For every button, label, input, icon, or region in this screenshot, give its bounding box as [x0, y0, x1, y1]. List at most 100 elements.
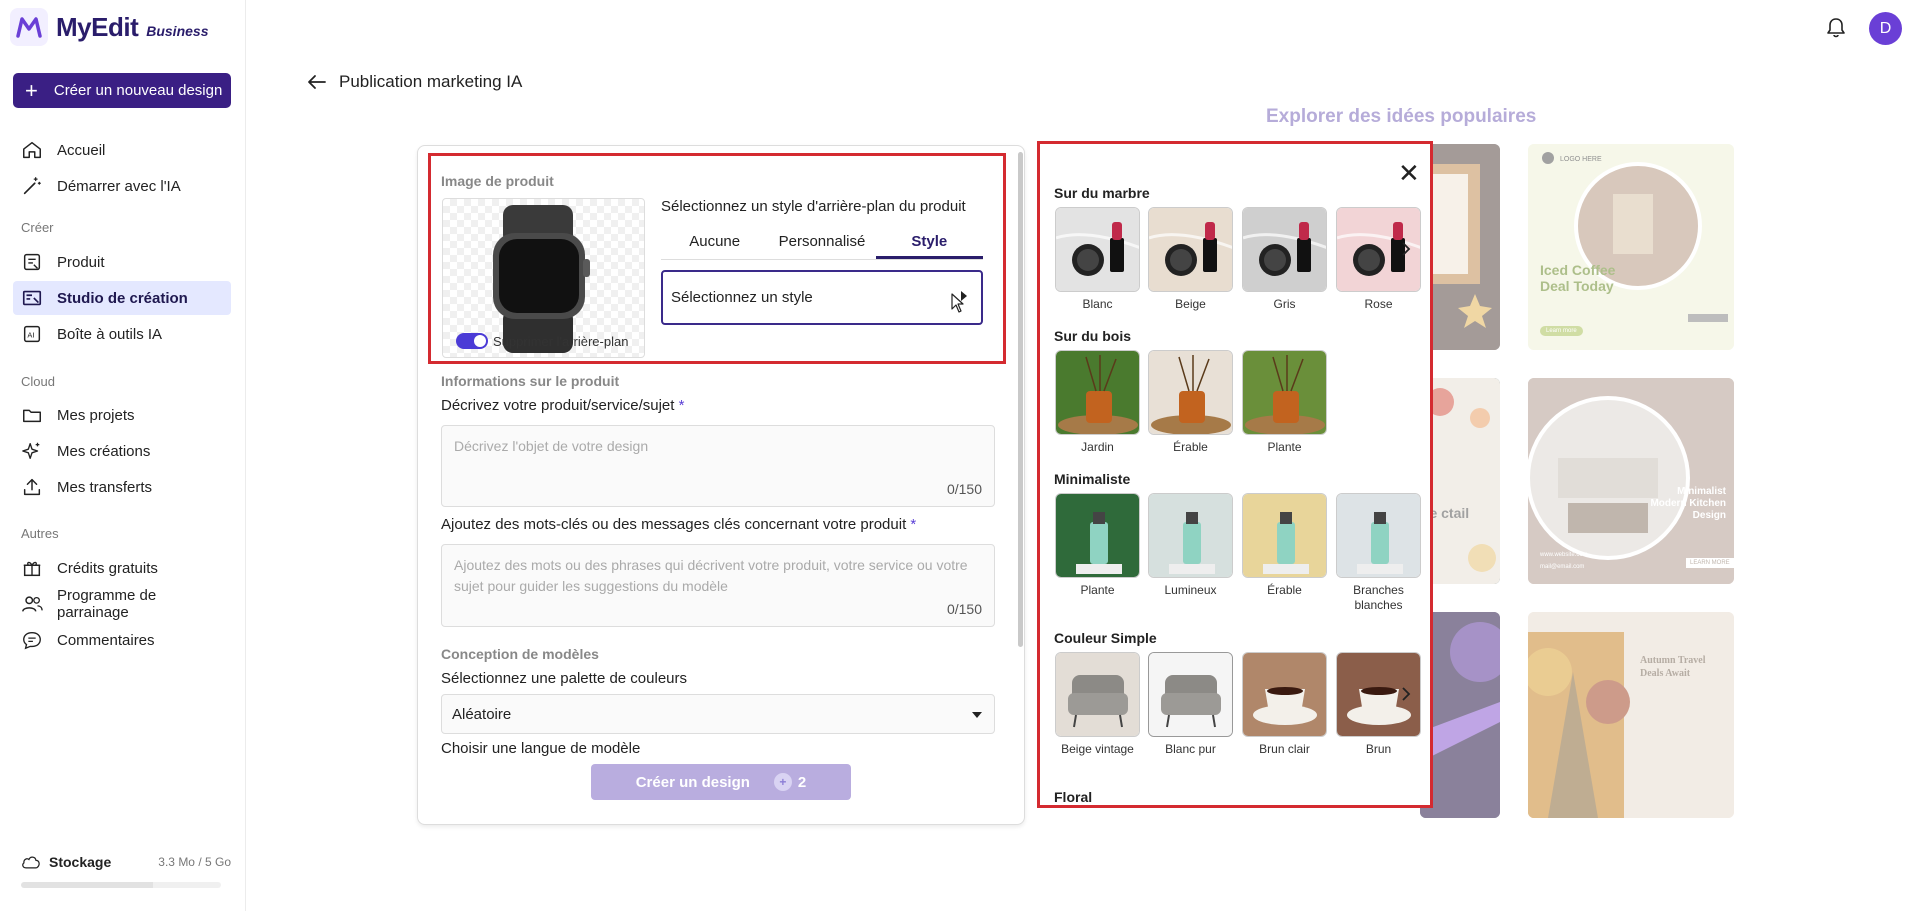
style-category-title: Floral	[1054, 789, 1093, 805]
describe-placeholder: Décrivez l'objet de votre design	[454, 438, 649, 454]
sidebar-item-accueil[interactable]: Accueil	[13, 133, 231, 167]
palette-select[interactable]: Aléatoire	[441, 694, 995, 734]
gift-icon	[23, 561, 41, 577]
style-option-tile[interactable]	[1148, 493, 1233, 578]
new-design-label: Créer un nouveau design	[53, 82, 223, 99]
style-option-tile[interactable]	[1242, 652, 1327, 737]
user-avatar[interactable]: D	[1869, 12, 1902, 45]
sidebar-item-label: Programme de parrainage	[57, 587, 157, 621]
style-option-tile[interactable]	[1242, 207, 1327, 292]
section-create-label: Créer	[21, 220, 54, 235]
sidebar-item-transferts[interactable]: Mes transferts	[13, 470, 231, 504]
palette-label: Sélectionnez une palette de couleurs	[441, 670, 688, 687]
section-other-label: Autres	[21, 526, 59, 541]
myedit-logo-icon	[10, 8, 48, 46]
section-cloud-label: Cloud	[21, 374, 55, 389]
storage-value: 3.3 Mo / 5 Go	[158, 855, 231, 869]
sidebar-item-label: Accueil	[57, 141, 106, 159]
style-option-label: Brun	[1365, 742, 1392, 756]
style-option-tile[interactable]	[1055, 652, 1140, 737]
keywords-input[interactable]: Ajoutez des mots ou des phrases qui décr…	[441, 544, 995, 627]
arrow-left-icon	[308, 75, 326, 89]
chevron-right-icon[interactable]	[1396, 239, 1416, 259]
sidebar-item-label: Commentaires	[57, 631, 155, 649]
style-option-tile[interactable]	[1148, 350, 1233, 435]
notification-bell-icon[interactable]	[1826, 17, 1846, 44]
template-thumb-autumn[interactable]: Autumn Travel Deals Await	[1528, 612, 1734, 818]
credit-cost-value: 2	[797, 773, 807, 791]
ai-toolbox-icon: AI	[23, 325, 41, 343]
sidebar: MyEdit Business + Créer un nouveau desig…	[0, 0, 246, 911]
sidebar-item-ai-toolbox[interactable]: AI Boîte à outils IA	[13, 317, 231, 351]
style-option-label: Rose	[1364, 297, 1393, 311]
style-option-label: Jardin	[1081, 440, 1114, 454]
app-badge: Business	[146, 23, 209, 39]
back-navigation[interactable]: Publication marketing IA	[307, 72, 522, 92]
language-label: Choisir une langue de modèle	[441, 740, 641, 757]
page-title: Publication marketing IA	[339, 72, 523, 91]
template-thumb-iced-coffee[interactable]: LOGO HERE Iced Coffee Deal Today Learn m…	[1528, 144, 1734, 350]
style-option-tile[interactable]	[1336, 493, 1421, 578]
sidebar-item-credits[interactable]: Crédits gratuits	[13, 551, 231, 585]
template-section-label: Conception de modèles	[441, 646, 599, 662]
style-option-tile[interactable]	[1055, 350, 1140, 435]
sidebar-item-studio[interactable]: Studio de création	[13, 281, 231, 315]
style-option-tile[interactable]	[1242, 493, 1327, 578]
app-name: MyEdit	[56, 11, 139, 42]
create-design-label: Créer un design	[635, 773, 750, 791]
sidebar-item-demarrer-ia[interactable]: Démarrer avec l'IA	[13, 169, 231, 203]
style-option-tile[interactable]	[1148, 207, 1233, 292]
folder-icon	[23, 409, 41, 423]
style-option-tile[interactable]	[1055, 493, 1140, 578]
storage-widget: Stockage 3.3 Mo / 5 Go	[21, 854, 231, 888]
create-design-button[interactable]: Créer un design + 2	[591, 764, 851, 800]
style-category-title: Sur du bois	[1054, 328, 1131, 344]
credit-cost: + 2	[773, 773, 807, 791]
sidebar-item-commentaires[interactable]: Commentaires	[13, 623, 231, 657]
explore-title: Explorer des idées populaires	[1266, 106, 1537, 127]
sidebar-item-label: Produit	[57, 253, 105, 271]
highlight-box-image-section	[428, 153, 1006, 364]
describe-counter: 0/150	[946, 481, 982, 497]
magic-wand-icon	[23, 177, 41, 195]
sidebar-item-label: Mes créations	[57, 442, 151, 460]
style-option-label: Plante	[1080, 583, 1115, 597]
style-option-label: Beige	[1175, 297, 1206, 311]
style-option-label: Érable	[1173, 440, 1208, 454]
sidebar-item-produit[interactable]: Produit	[13, 245, 231, 279]
style-option-tile[interactable]	[1055, 207, 1140, 292]
style-option-tile[interactable]	[1242, 350, 1327, 435]
style-option-label: Gris	[1273, 297, 1296, 311]
plus-icon: +	[25, 77, 38, 103]
product-icon	[23, 253, 41, 271]
describe-field-label: Décrivez votre produit/service/sujet *	[441, 397, 685, 414]
describe-input[interactable]: Décrivez l'objet de votre design 0/150	[441, 425, 995, 507]
template-thumb-kitchen[interactable]: Minimalist Modern Kitchen Design www.web…	[1528, 378, 1734, 584]
style-option-label: Érable	[1267, 583, 1302, 597]
studio-icon	[22, 290, 42, 306]
keywords-field-label: Ajoutez des mots-clés ou des messages cl…	[441, 516, 917, 533]
form-scrollbar[interactable]	[1018, 152, 1023, 647]
storage-progress-bar	[21, 882, 221, 888]
users-icon	[22, 596, 43, 612]
required-mark: *	[678, 397, 685, 414]
sidebar-item-projets[interactable]: Mes projets	[13, 398, 231, 432]
sidebar-item-label: Crédits gratuits	[57, 559, 158, 577]
sidebar-item-label: Mes transferts	[57, 478, 153, 496]
palette-value: Aléatoire	[452, 705, 512, 723]
app-logo[interactable]: MyEdit Business	[10, 8, 208, 46]
style-option-tile[interactable]	[1148, 652, 1233, 737]
sidebar-item-creations[interactable]: Mes créations	[13, 434, 231, 468]
style-picker-popup: Sur du marbre Blanc Beige Gris Rose Sur du bo…	[1037, 141, 1433, 808]
sparkle-icon	[22, 442, 40, 460]
sidebar-item-label: Démarrer avec l'IA	[57, 177, 181, 195]
svg-text:AI: AI	[27, 331, 34, 340]
info-section-label: Informations sur le produit	[441, 373, 620, 389]
new-design-button[interactable]: + Créer un nouveau design	[13, 73, 231, 108]
close-icon[interactable]: ✕	[1398, 160, 1420, 186]
caret-down-icon	[972, 712, 982, 718]
comment-icon	[23, 631, 41, 650]
style-option-label: Plante	[1267, 440, 1302, 454]
chevron-right-icon[interactable]	[1396, 684, 1416, 704]
sidebar-item-parrainage[interactable]: Programme de parrainage	[13, 587, 231, 621]
